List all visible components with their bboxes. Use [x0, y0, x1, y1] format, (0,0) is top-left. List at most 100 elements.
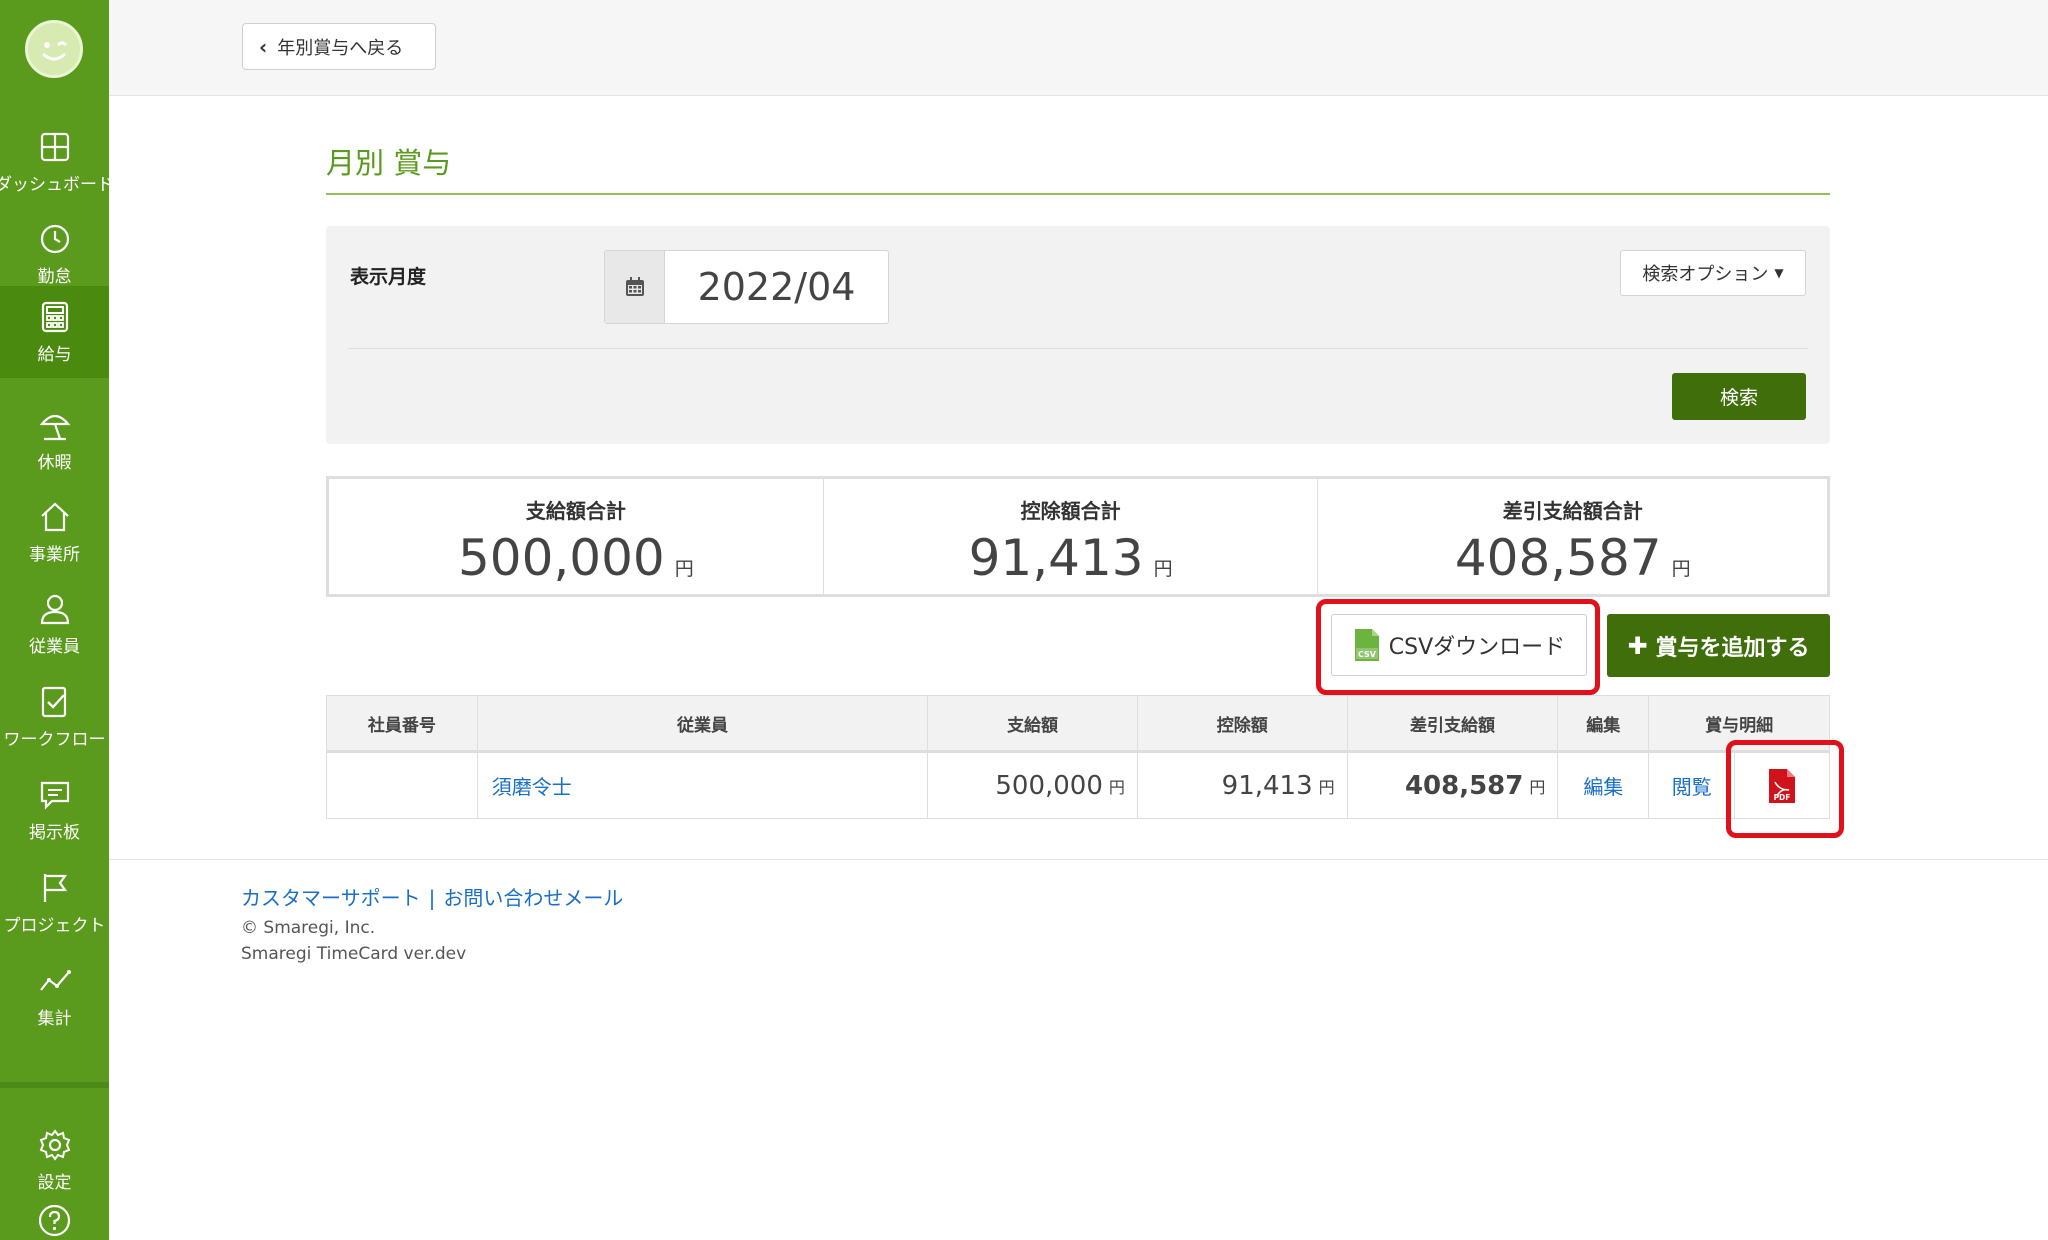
sidebar-divider [0, 1082, 109, 1088]
sidebar-item-office[interactable]: 事業所 [0, 486, 109, 578]
sidebar-item-dashboard[interactable]: ダッシュボード [0, 116, 114, 208]
sidebar-item-label: 掲示板 [29, 822, 80, 843]
deduction-value: 91,413 [1221, 770, 1313, 801]
sidebar-item-leave[interactable]: 休暇 [0, 394, 109, 486]
search-button[interactable]: 検索 [1672, 373, 1806, 420]
back-button-label: 年別賞与へ戻る [277, 37, 404, 59]
total-payment-cell: 支給額合計 500,000 円 [329, 479, 824, 594]
month-picker[interactable]: 2022/04 [604, 250, 889, 324]
sidebar-item-label: 休暇 [37, 452, 72, 473]
back-button[interactable]: ‹ 年別賞与へ戻る [242, 23, 436, 70]
sidebar-item-settings[interactable]: 設定 [0, 1114, 109, 1206]
title-divider [326, 193, 1830, 195]
sidebar-item-label: 従業員 [29, 636, 80, 657]
column-header: 支給額 [928, 696, 1138, 750]
dashboard-icon [40, 132, 69, 161]
version-text: Smaregi TimeCard ver.dev [241, 944, 467, 964]
edit-cell: 編集 [1558, 753, 1650, 818]
sidebar-item-label: 勤怠 [37, 266, 72, 287]
logo[interactable] [25, 20, 83, 78]
user-icon [40, 594, 69, 624]
currency-unit: 円 [1671, 558, 1691, 580]
currency-unit: 円 [1153, 558, 1173, 580]
panel-divider [348, 348, 1808, 349]
pdf-highlight-box [1726, 740, 1844, 838]
sidebar-item-project[interactable]: プロジェクト [0, 857, 109, 949]
contact-mail-link[interactable]: お問い合わせメール [443, 886, 623, 910]
svg-text:CSV: CSV [1358, 650, 1377, 659]
view-link[interactable]: 閲覧 [1672, 771, 1712, 800]
footer-links: カスタマーサポート | お問い合わせメール [241, 882, 623, 911]
sidebar-item-reports[interactable]: 集計 [0, 950, 109, 1042]
chat-icon [40, 781, 69, 810]
table-header: 社員番号 従業員 支給額 控除額 差引支給額 編集 賞与明細 [326, 695, 1830, 753]
sidebar-item-label: 給与 [37, 344, 72, 365]
calculator-icon [41, 301, 68, 332]
flag-icon [43, 873, 67, 902]
currency-unit: 円 [674, 558, 694, 580]
sidebar-item-payroll[interactable]: 給与 [0, 286, 109, 378]
help-icon[interactable] [38, 1204, 71, 1237]
search-options-dropdown[interactable]: 検索オプション ▼ [1620, 250, 1806, 296]
chevron-left-icon: ‹ [259, 34, 268, 59]
csv-download-button[interactable]: CSV CSVダウンロード [1331, 614, 1587, 676]
home-icon [40, 502, 69, 531]
net-cell: 408,587 円 [1348, 753, 1559, 818]
csv-download-label: CSVダウンロード [1388, 635, 1566, 660]
page-title: 月別 賞与 [326, 146, 452, 180]
payment-cell: 500,000 円 [928, 753, 1138, 818]
footer-divider [109, 859, 2048, 860]
csv-file-icon: CSV [1354, 629, 1379, 661]
summary-totals: 支給額合計 500,000 円 控除額合計 91,413 円 差引支給額合計 408… [326, 476, 1830, 597]
column-header: 編集 [1558, 696, 1650, 750]
currency-unit: 円 [1318, 777, 1335, 797]
top-bar: ‹ 年別賞与へ戻る [109, 0, 2048, 96]
beach-umbrella-icon [39, 414, 70, 440]
sidebar-item-workflow[interactable]: ワークフロー [0, 671, 109, 763]
deduction-cell: 91,413 円 [1138, 753, 1348, 818]
table-row: 須磨令士 500,000 円 91,413 円 408,587 円 編集 閲覧 PDF [326, 753, 1830, 819]
currency-unit: 円 [1529, 777, 1546, 797]
column-header: 社員番号 [327, 696, 478, 750]
view-cell: 閲覧 [1649, 753, 1736, 818]
add-bonus-label: 賞与を追加する [1655, 635, 1810, 661]
add-bonus-button[interactable]: ✚ 賞与を追加する [1607, 614, 1830, 677]
column-header: 控除額 [1138, 696, 1348, 750]
employee-number-cell [327, 753, 478, 818]
bonus-table: 社員番号 従業員 支給額 控除額 差引支給額 編集 賞与明細 須磨令士 500,… [326, 695, 1830, 819]
total-deduction-value: 91,413 [968, 529, 1144, 587]
total-net-value: 408,587 [1454, 529, 1662, 587]
calendar-icon[interactable] [605, 251, 665, 323]
sidebar-item-label: プロジェクト [3, 915, 106, 936]
sidebar-item-label: ダッシュボード [0, 174, 114, 195]
customer-support-link[interactable]: カスタマーサポート [241, 886, 421, 910]
copyright-text: © Smaregi, Inc. [241, 918, 376, 938]
total-payment-value: 500,000 [457, 529, 665, 587]
sidebar-item-label: 設定 [37, 1172, 72, 1193]
total-deduction-label: 控除額合計 [1020, 499, 1121, 523]
sidebar-item-bulletin[interactable]: 掲示板 [0, 764, 109, 856]
search-options-label: 検索オプション [1642, 264, 1769, 285]
plus-icon: ✚ [1627, 631, 1648, 660]
employee-name-link[interactable]: 須磨令士 [492, 771, 572, 800]
total-deduction-cell: 控除額合計 91,413 円 [824, 479, 1319, 594]
sidebar-item-label: 集計 [37, 1008, 72, 1029]
month-input[interactable]: 2022/04 [665, 251, 888, 323]
search-panel: 表示月度 2022/04 検索オプション ▼ 検索 [326, 226, 1830, 444]
sidebar-item-label: ワークフロー [3, 729, 106, 750]
smiley-logo-icon [41, 41, 68, 61]
gear-icon [39, 1128, 70, 1161]
line-chart-icon [39, 969, 71, 991]
total-payment-label: 支給額合計 [525, 499, 626, 523]
column-header: 差引支給額 [1348, 696, 1559, 750]
caret-down-icon: ▼ [1774, 266, 1784, 280]
sidebar: ダッシュボード 勤怠 給与 休暇 事業所 従業員 ワークフロー 掲示板 プロジェ… [0, 0, 114, 1240]
payment-value: 500,000 [995, 770, 1103, 801]
column-header: 従業員 [478, 696, 929, 750]
sidebar-item-label: 事業所 [29, 544, 80, 565]
edit-link[interactable]: 編集 [1583, 771, 1623, 800]
checklist-icon [41, 686, 66, 717]
sidebar-item-employees[interactable]: 従業員 [0, 578, 109, 670]
net-value: 408,587 [1404, 770, 1524, 801]
footer-separator: | [428, 886, 436, 910]
